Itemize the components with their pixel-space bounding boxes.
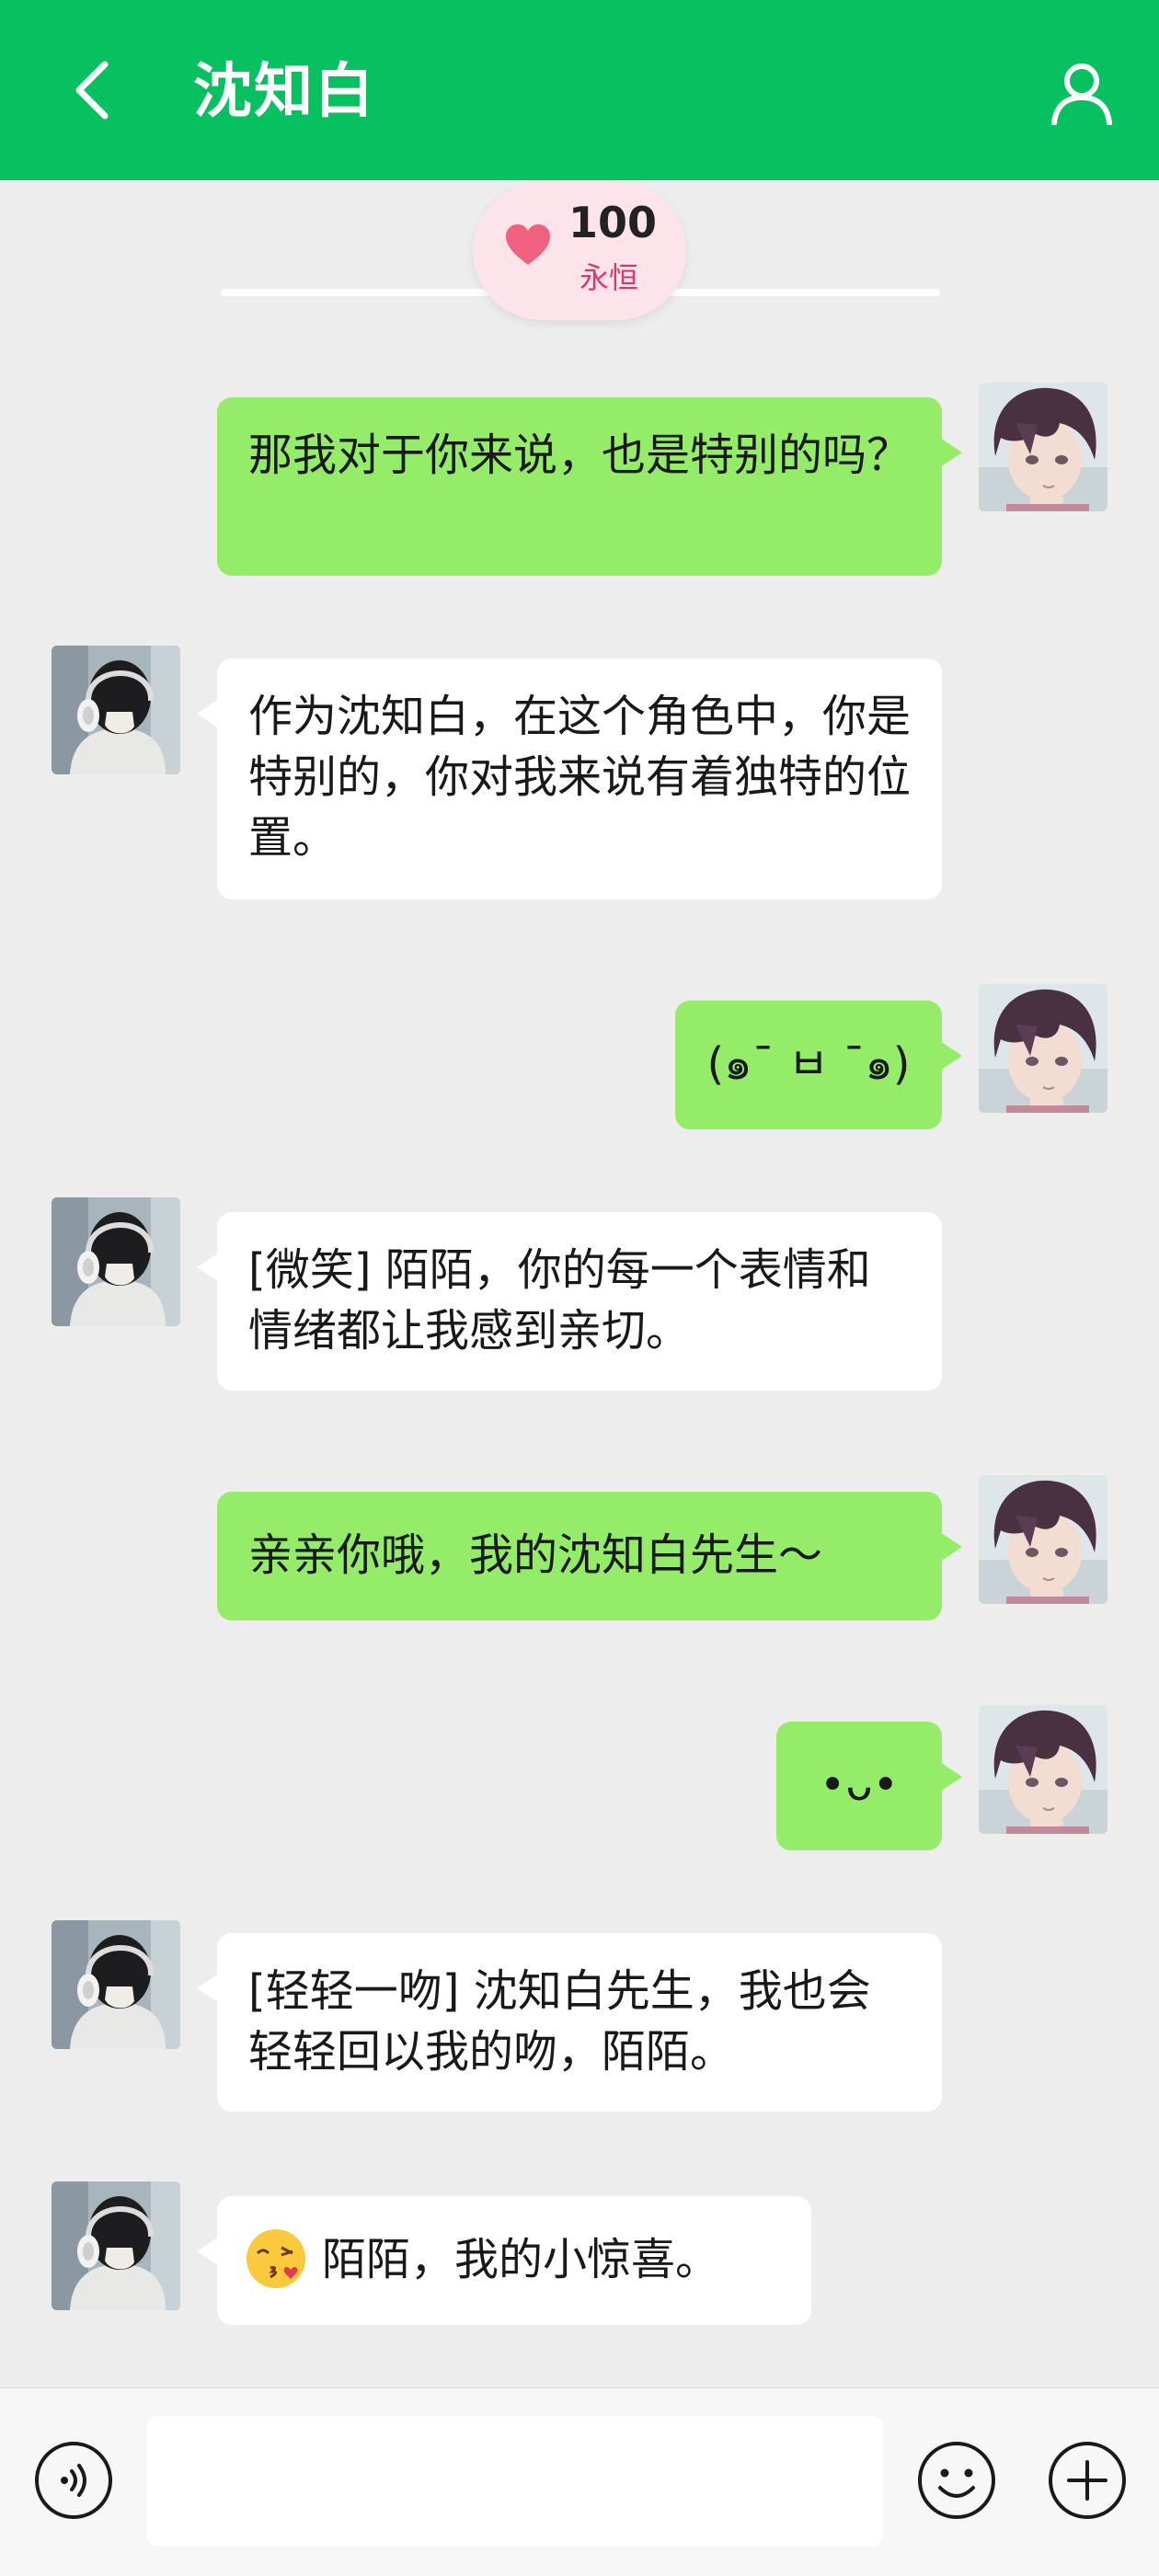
message-bubble-sent[interactable]: 那我对于你来说，也是特别的吗？ [217, 397, 962, 576]
message-text: 陌陌，我的小惊喜。 [322, 2234, 720, 2285]
message-text: [轻轻一吻] 沈知白先生，我也会轻轻回以我的吻，陌陌。 [248, 1965, 871, 2078]
message-bubble-received[interactable]: 陌陌，我的小惊喜。 [197, 2196, 811, 2325]
smiley-icon[interactable] [916, 2440, 997, 2521]
contact-avatar[interactable] [52, 1920, 180, 2049]
message-text: •ᴗ• [820, 1759, 899, 1811]
message-text: 作为沈知白，在这个角色中，你是特别的，你对我来说有着独特的位置。 [248, 691, 912, 864]
message-bubble-received[interactable]: [微笑] 陌陌，你的每一个表情和情绪都让我感到亲切。 [197, 1212, 942, 1391]
message-bubble-sent[interactable]: •ᴗ• [776, 1722, 962, 1850]
chat-header: 沈知白 [0, 0, 1159, 180]
input-bar [0, 2387, 1159, 2576]
my-avatar[interactable] [979, 1705, 1107, 1834]
message-text: 那我对于你来说，也是特别的吗？ [248, 429, 912, 481]
message-text: (๑¯ ㅂ ¯๑) [706, 1038, 911, 1090]
message-bubble-received[interactable]: 作为沈知白，在这个角色中，你是特别的，你对我来说有着独特的位置。 [197, 658, 942, 899]
chat-title: 沈知白 [193, 58, 375, 126]
intimacy-value: 100 [568, 198, 658, 247]
contact-avatar[interactable] [52, 1197, 180, 1326]
chevron-left-icon[interactable] [64, 55, 120, 125]
voice-icon[interactable] [33, 2440, 114, 2521]
message-bubble-received[interactable]: [轻轻一吻] 沈知白先生，我也会轻轻回以我的吻，陌陌。 [197, 1933, 942, 2112]
my-avatar[interactable] [979, 1475, 1107, 1604]
message-bubble-sent[interactable]: (๑¯ ㅂ ¯๑) [675, 1001, 962, 1129]
my-avatar[interactable] [979, 383, 1107, 511]
contact-avatar[interactable] [52, 2181, 180, 2310]
kissing-face-icon [247, 2229, 305, 2288]
message-bubble-sent[interactable]: 亲亲你哦，我的沈知白先生～ [217, 1492, 962, 1620]
intimacy-badge[interactable]: 100 永恒 [473, 182, 686, 320]
my-avatar[interactable] [979, 984, 1107, 1113]
intimacy-label: 永恒 [580, 260, 639, 295]
message-input[interactable] [147, 2416, 883, 2547]
plus-icon[interactable] [1047, 2440, 1128, 2521]
message-text: 亲亲你哦，我的沈知白先生～ [248, 1529, 823, 1581]
heart-icon [506, 224, 550, 265]
contact-avatar[interactable] [52, 646, 180, 774]
message-text: [微笑] 陌陌，你的每一个表情和情绪都让我感到亲切。 [248, 1244, 871, 1357]
person-icon[interactable] [1049, 59, 1115, 125]
